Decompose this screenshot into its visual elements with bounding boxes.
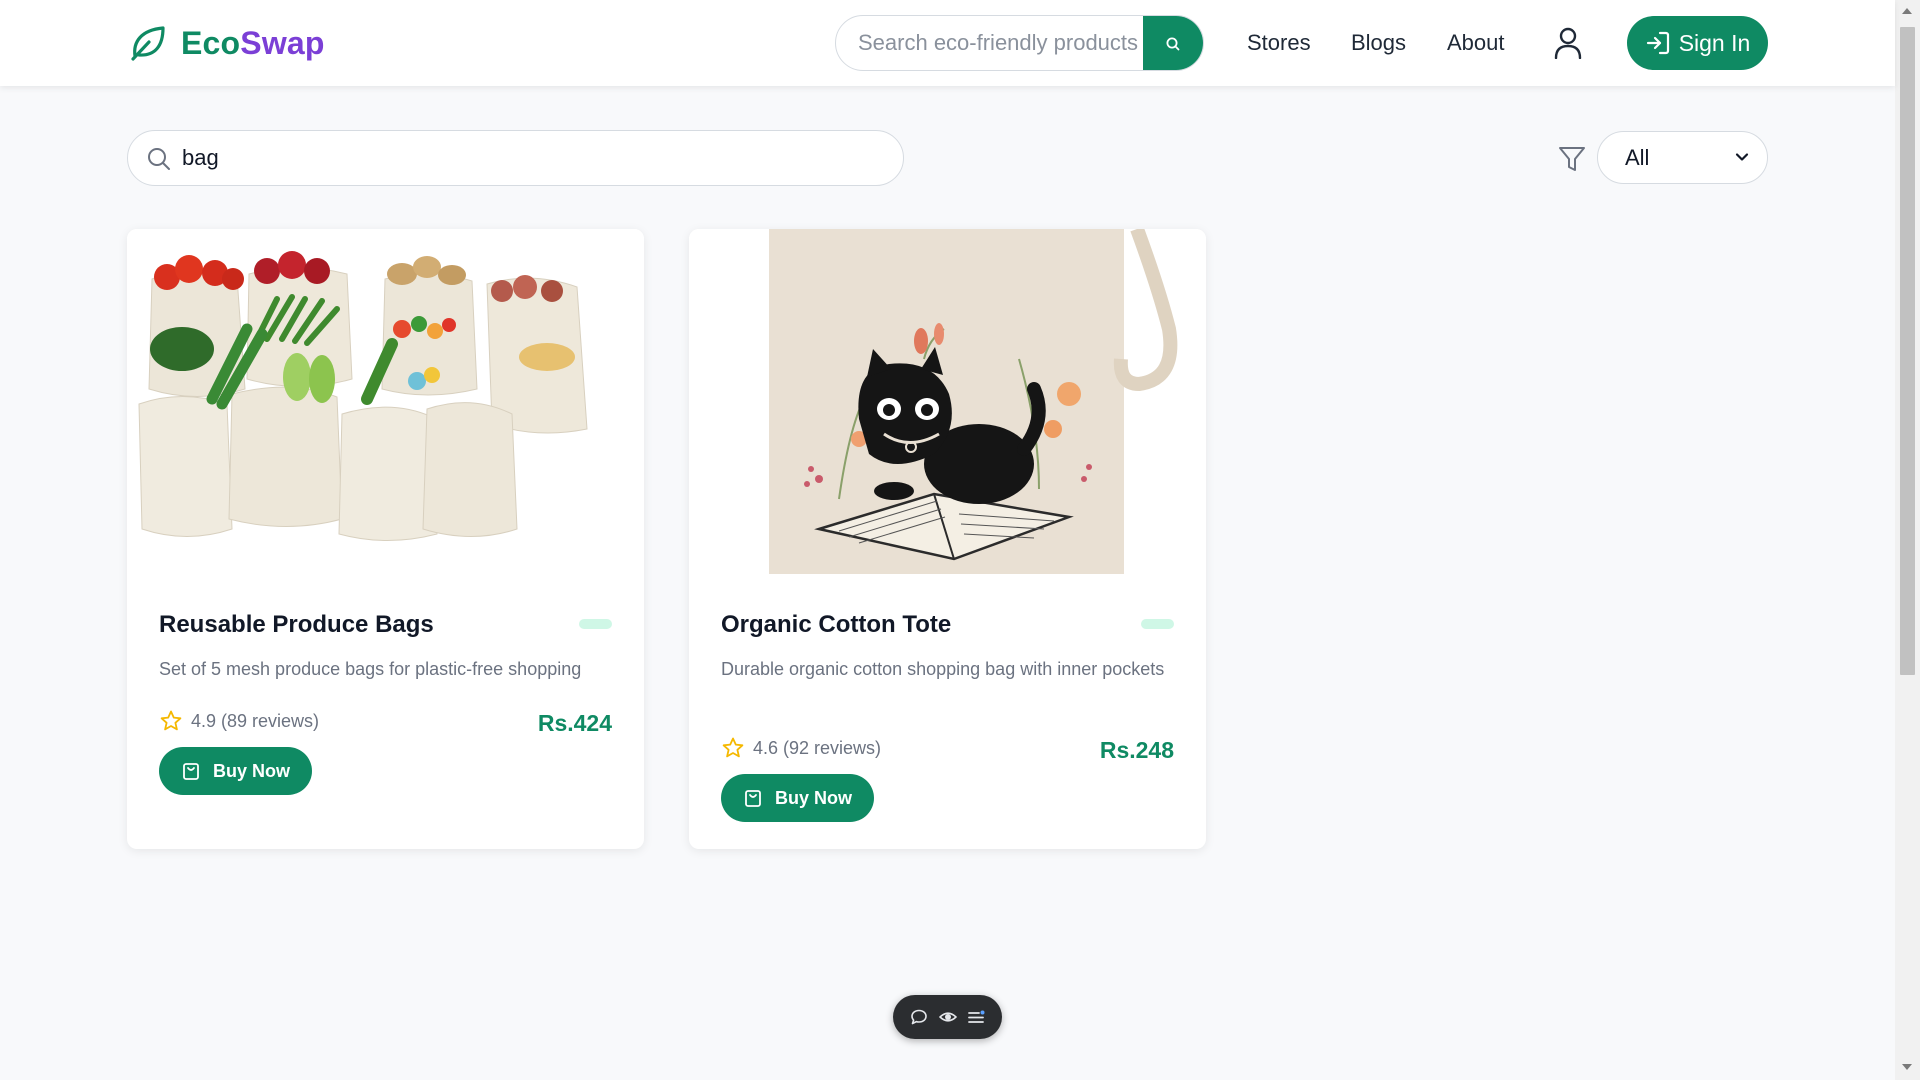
produce-bags-photo bbox=[127, 229, 644, 574]
sign-in-button[interactable]: Sign In bbox=[1627, 16, 1768, 70]
vertical-scrollbar[interactable] bbox=[1895, 0, 1920, 1080]
star-icon bbox=[722, 737, 744, 758]
buy-now-button[interactable]: Buy Now bbox=[721, 774, 874, 822]
product-price: Rs.424 bbox=[537, 710, 612, 736]
product-description: Durable organic cotton shopping bag with… bbox=[721, 659, 1165, 679]
category-select[interactable]: All bbox=[1597, 131, 1768, 184]
eye-icon[interactable] bbox=[938, 1008, 958, 1026]
status-badge bbox=[579, 619, 612, 629]
rating-text: 4.6 (92 reviews) bbox=[753, 737, 882, 758]
login-icon bbox=[1646, 31, 1669, 55]
shopping-bag-icon bbox=[183, 763, 199, 780]
product-rating: 4.9 (89 reviews) bbox=[159, 709, 319, 733]
leaf-icon bbox=[131, 26, 165, 61]
top-navbar: EcoSwap Stores Blogs About Sign In bbox=[0, 0, 1895, 86]
cat-tote-bag-photo bbox=[689, 229, 1206, 574]
header-search-button[interactable] bbox=[1143, 16, 1203, 70]
product-search bbox=[127, 130, 904, 186]
header-search-input[interactable] bbox=[836, 16, 1144, 70]
category-selected-value: All bbox=[1625, 144, 1650, 170]
product-rating: 4.6 (92 reviews) bbox=[721, 736, 881, 760]
product-card[interactable]: Reusable Produce Bags Set of 5 mesh prod… bbox=[127, 229, 644, 849]
nav-about[interactable]: About bbox=[1447, 30, 1505, 56]
star-icon bbox=[160, 710, 182, 731]
rating-text: 4.9 (89 reviews) bbox=[191, 710, 320, 731]
scroll-up-arrow[interactable] bbox=[1902, 8, 1912, 14]
sign-in-label: Sign In bbox=[1678, 29, 1751, 56]
product-card[interactable]: Organic Cotton Tote Durable organic cott… bbox=[689, 229, 1206, 849]
user-icon[interactable] bbox=[1553, 27, 1583, 59]
shopping-bag-icon bbox=[745, 790, 761, 807]
buy-now-label: Buy Now bbox=[774, 787, 852, 808]
product-title[interactable]: Reusable Produce Bags bbox=[159, 611, 434, 639]
brand-name: EcoSwap bbox=[181, 24, 325, 61]
product-search-input[interactable] bbox=[182, 131, 882, 185]
buy-now-label: Buy Now bbox=[212, 760, 290, 781]
search-icon bbox=[1166, 37, 1180, 51]
product-title[interactable]: Organic Cotton Tote bbox=[721, 611, 951, 639]
brand-logo[interactable]: EcoSwap bbox=[127, 22, 325, 64]
floating-toolbar bbox=[893, 995, 1002, 1039]
menu-icon[interactable] bbox=[967, 1008, 985, 1026]
nav-stores[interactable]: Stores bbox=[1247, 30, 1311, 56]
chevron-down-icon bbox=[1735, 153, 1749, 161]
filter-icon[interactable] bbox=[1557, 144, 1587, 174]
status-badge bbox=[1141, 619, 1174, 629]
comment-icon[interactable] bbox=[910, 1008, 928, 1026]
nav-blogs[interactable]: Blogs bbox=[1351, 30, 1406, 56]
product-description: Set of 5 mesh produce bags for plastic-f… bbox=[159, 659, 582, 679]
header-search bbox=[835, 15, 1204, 71]
buy-now-button[interactable]: Buy Now bbox=[159, 747, 312, 795]
scroll-down-arrow[interactable] bbox=[1902, 1064, 1912, 1070]
search-icon bbox=[148, 148, 170, 170]
scroll-thumb[interactable] bbox=[1900, 27, 1915, 675]
product-price: Rs.248 bbox=[1099, 737, 1174, 763]
